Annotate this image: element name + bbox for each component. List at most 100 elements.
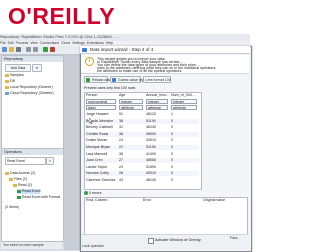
ok-status-icon xyxy=(84,191,88,196)
table-cell: 31 xyxy=(119,125,123,130)
column-header-income[interactable]: Annual_Inco... xyxy=(146,93,170,98)
reload-data-button[interactable]: Reload data xyxy=(84,76,111,83)
op-read-excel[interactable]: Read Excel xyxy=(17,189,41,194)
error-column-row: Row, Column xyxy=(86,198,108,202)
excel-icon xyxy=(17,189,21,193)
op-read-excel-format[interactable]: Read Excel with Format xyxy=(17,195,60,200)
dialog-title: Data import wizard - Step 4 of 4 xyxy=(80,46,250,54)
role-select-children[interactable]: integer xyxy=(171,99,197,104)
repo-item-local[interactable]: Local Repository (Cleaner) xyxy=(5,85,53,90)
table-cell: 1 xyxy=(171,112,173,116)
oreilly-logo: O'REILLY xyxy=(8,3,116,29)
repo-item-cloud[interactable]: Cloud Repository (Cleaner) xyxy=(5,91,54,96)
menu-help[interactable]: Help xyxy=(106,41,113,45)
table-cell: 21 xyxy=(119,145,123,149)
table-cell: 45000 xyxy=(146,131,156,136)
table-cell: 0 xyxy=(171,178,173,182)
role-select-person[interactable]: polynominal xyxy=(86,99,116,104)
role-select-age[interactable]: integer xyxy=(119,99,143,104)
table-cell: 23 xyxy=(119,164,123,169)
menu-process[interactable]: Process xyxy=(16,41,29,45)
table-cell: 38 xyxy=(119,118,123,123)
redo-icon[interactable] xyxy=(33,47,38,52)
menu-cloud[interactable]: Cloud xyxy=(61,41,70,45)
lock-operator-label: Lock operator xyxy=(82,244,104,248)
table-cell: 0 xyxy=(171,158,173,163)
type-select-income[interactable]: attribute xyxy=(146,105,168,110)
stop-icon[interactable] xyxy=(50,47,55,52)
table-cell: 0 xyxy=(171,125,173,130)
errors-tab[interactable]: 0 errors xyxy=(84,190,124,196)
folder-icon xyxy=(5,79,9,83)
new-process-icon[interactable] xyxy=(2,47,7,52)
table-cell: Lara Maxwell xyxy=(86,151,108,156)
type-select-age[interactable]: attribute xyxy=(119,105,143,110)
table-cell: Joan Cren xyxy=(86,158,103,163)
dialog-info-area: This wizard guides you to import your da… xyxy=(81,55,249,74)
type-select-person[interactable]: label xyxy=(86,105,116,110)
role-select-income[interactable]: integer xyxy=(146,99,168,104)
table-cell: 2 xyxy=(171,138,173,143)
cloud-icon xyxy=(5,91,9,95)
add-data-button[interactable]: Add Data xyxy=(5,64,31,72)
repository-header: Repository xyxy=(2,56,63,62)
table-cell: Norman Colby xyxy=(86,171,109,176)
table-cell: 38 xyxy=(119,151,123,156)
undo-icon[interactable] xyxy=(26,47,31,52)
excel-icon xyxy=(17,195,21,199)
folder-icon xyxy=(9,177,13,181)
folder-icon xyxy=(5,73,9,77)
table-cell: 0 xyxy=(171,151,173,156)
op-tree-read[interactable]: Read (2) xyxy=(13,183,32,188)
type-select-children[interactable]: attribute xyxy=(171,105,197,110)
operators-header: Operators xyxy=(2,149,63,155)
menu-edit[interactable]: Edit xyxy=(8,41,14,45)
menu-file[interactable]: File xyxy=(0,41,6,45)
table-cell: 24 xyxy=(119,138,123,143)
repo-item-db[interactable]: DB xyxy=(5,79,15,84)
table-cell: 43010 xyxy=(146,138,156,143)
table-cell: 0 xyxy=(171,118,173,123)
table-cell: Monique Bryan xyxy=(86,145,111,149)
column-header-children[interactable]: Num_of_Chil... xyxy=(171,93,199,98)
clear-search-icon[interactable]: × xyxy=(46,157,54,165)
table-cell: Jorge Howard xyxy=(86,112,109,116)
operator-search-input[interactable]: Read Excel xyxy=(5,157,46,165)
save-icon[interactable] xyxy=(16,47,21,52)
activate-label: Activate Window of Greedy xyxy=(155,238,201,242)
repo-menu-button[interactable]: ▾ xyxy=(32,64,42,72)
op-tree-files[interactable]: Files (2) xyxy=(9,177,27,182)
op-tree-data-access[interactable]: Data Access (2) xyxy=(5,171,35,176)
table-cell: 51190 xyxy=(146,118,156,123)
table-cell: 0 xyxy=(171,171,173,176)
run-icon[interactable] xyxy=(43,47,48,52)
table-cell: 48060 xyxy=(146,158,156,163)
table-cell: 27 xyxy=(119,158,123,163)
menu-settings[interactable]: Settings xyxy=(72,41,85,45)
menu-connections[interactable]: Connections xyxy=(40,41,59,45)
column-header-age[interactable]: Age xyxy=(119,93,145,98)
table-cell: Christie Rossi xyxy=(86,131,109,136)
error-column-original: Original value xyxy=(203,198,225,202)
menu-extensions[interactable]: Extensions xyxy=(87,41,104,45)
guess-value-types-button[interactable]: Guess value types xyxy=(110,76,148,83)
table-cell: Clarence Sanchez xyxy=(86,178,116,182)
table-cell: 26 xyxy=(119,171,123,176)
guess-icon xyxy=(112,78,116,82)
open-icon[interactable] xyxy=(9,47,14,52)
info-line: the attributes to make use of all the sp… xyxy=(97,69,183,73)
column-header-person[interactable]: Person xyxy=(86,93,118,98)
menu-view[interactable]: View xyxy=(30,41,38,45)
folder-icon xyxy=(5,85,9,89)
repo-item-samples[interactable]: Samples xyxy=(5,73,24,78)
window-title: Repository: RapidMiner Studio Free 7.2.0… xyxy=(0,34,250,41)
table-cell: 0 xyxy=(171,131,173,136)
limit-format-field[interactable]: Limit format 100 xyxy=(143,76,171,83)
status-text: You need no more sample xyxy=(1,242,62,249)
mouse-cursor-icon xyxy=(89,118,93,124)
table-cell: 51 xyxy=(119,112,123,116)
activate-checkbox[interactable] xyxy=(148,238,154,244)
preview-rows-hint: Preview uses only first 100 rows xyxy=(84,86,136,90)
folder-icon xyxy=(5,171,9,175)
wizard-icon xyxy=(82,48,87,52)
